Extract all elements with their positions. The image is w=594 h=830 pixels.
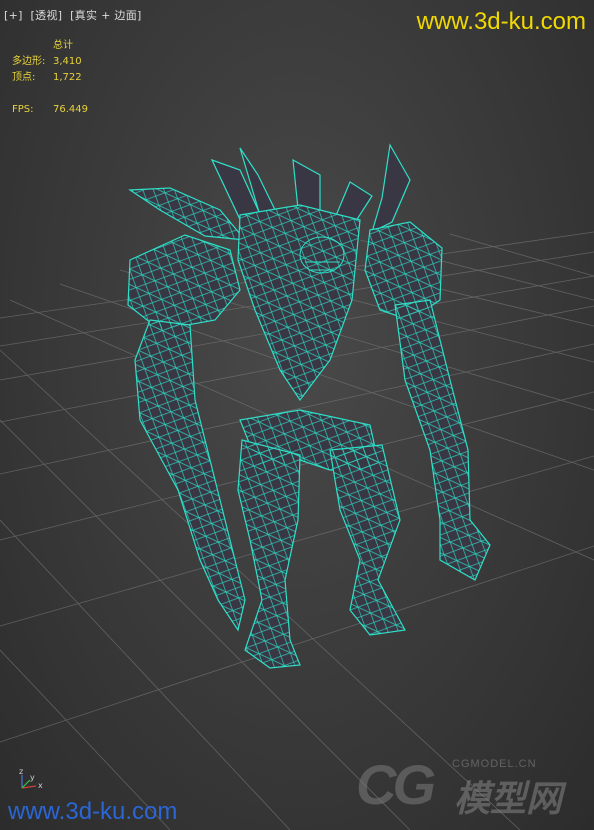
axis-y-label: y	[30, 773, 35, 782]
cg-logo-letters: CG	[356, 753, 436, 816]
cg-logo-site: CGMODEL.CN	[452, 758, 537, 770]
axis-z-label: z	[19, 767, 23, 776]
axis-gizmo: z x y	[19, 767, 43, 790]
watermark-bottom: www.3d-ku.com	[8, 798, 178, 825]
axis-x-label: x	[38, 781, 43, 790]
cg-logo-chinese: 模型网	[454, 779, 563, 820]
3d-viewport[interactable]: [+] [透视] [真实 + 边面] 总计 多边形: 3,410 顶点: 1,7…	[0, 0, 594, 830]
cgmodel-logo-watermark: CG CGMODEL.CN 模型网	[356, 752, 586, 822]
